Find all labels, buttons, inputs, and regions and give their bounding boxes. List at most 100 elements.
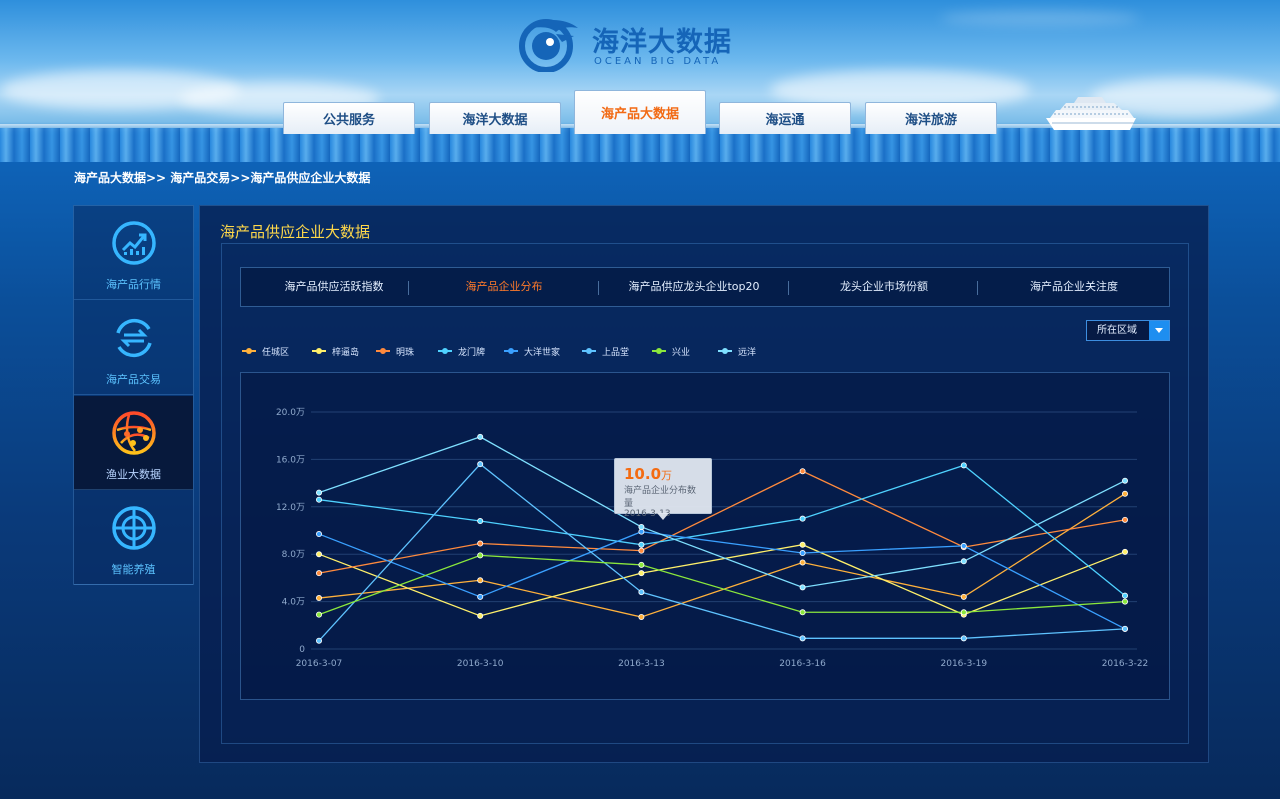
data-point [638, 589, 645, 596]
x-tick-label: 2016-3-13 [618, 659, 665, 669]
data-point [960, 593, 967, 600]
line-chart-svg: 0 4.0万 8.0万 12.0万 16.0万 20.0万 2016-3-07 2016-3-… [276, 408, 1149, 669]
legend-swatch [504, 348, 518, 354]
legend-label: 大洋世家 [524, 348, 561, 358]
data-point [477, 518, 484, 525]
series-line [318, 531, 1126, 630]
data-point [638, 570, 645, 577]
series-line [318, 470, 1126, 574]
y-tick-label: 0 [299, 645, 305, 655]
data-point [1122, 490, 1129, 497]
tab-divider [788, 281, 789, 295]
data-point [638, 547, 645, 554]
y-tick-label: 12.0万 [276, 503, 305, 513]
sidebar-item-label: 海产品行情 [106, 278, 161, 291]
legend-swatch [242, 348, 256, 354]
legend-label: 远洋 [738, 348, 757, 358]
x-tick-label: 2016-3-22 [1102, 659, 1149, 669]
dolphin-logo-icon [519, 19, 578, 72]
data-point [477, 593, 484, 600]
line-chart: 0 4.0万 8.0万 12.0万 16.0万 20.0万 2016-3-07 2016-3-… [240, 372, 1170, 700]
legend-label: 兴业 [672, 348, 691, 358]
cloud-decoration [940, 10, 1140, 26]
data-point [316, 496, 323, 503]
legend-swatch [438, 348, 452, 354]
region-select-value: 所在区域 [1097, 325, 1137, 336]
data-point [316, 551, 323, 558]
nav-tab-seafood-big-data[interactable]: 海产品大数据 [574, 90, 706, 134]
breadcrumb[interactable]: 海产品大数据>> 海产品交易>>海产品供应企业大数据 [74, 169, 370, 186]
legend-swatch [312, 348, 326, 354]
data-point [1122, 477, 1129, 484]
legend-label: 上品堂 [602, 348, 630, 358]
data-point [960, 609, 967, 616]
main-panel: 海产品供应企业大数据 海产品供应活跃指数 海产品企业分布 海产品供应龙头企业to… [199, 205, 1209, 763]
tab-market-share[interactable]: 龙头企业市场份额 [791, 268, 977, 306]
data-point [638, 523, 645, 530]
sidebar-item-seafood-market[interactable]: 海产品行情 [74, 206, 193, 300]
sidebar: 海产品行情 海产品交易 渔业大数据 智能养殖 [73, 205, 194, 585]
region-select[interactable]: 所在区域 [1086, 320, 1170, 341]
sidebar-item-fishery-big-data[interactable]: 渔业大数据 [74, 396, 193, 490]
data-point [316, 489, 323, 496]
legend-swatch [718, 348, 732, 354]
sidebar-item-label: 智能养殖 [111, 563, 156, 576]
tooltip-unit: 万 [661, 469, 673, 482]
data-point [799, 468, 806, 475]
nav-tab-ocean-tourism[interactable]: 海洋旅游 [865, 102, 997, 134]
data-point [316, 531, 323, 538]
tab-divider [977, 281, 978, 295]
data-point [799, 541, 806, 548]
data-point [1122, 592, 1129, 599]
nav-tab-public-service[interactable]: 公共服务 [283, 102, 415, 134]
series-line [318, 463, 1126, 642]
tab-supply-activity-index[interactable]: 海产品供应活跃指数 [241, 268, 427, 306]
series-line [318, 464, 1126, 597]
exchange-arrows-icon [116, 318, 152, 358]
legend-swatch [376, 348, 390, 354]
legend-label: 任城区 [262, 348, 290, 358]
data-point [799, 584, 806, 591]
legend-label: 梓逼岛 [332, 348, 360, 358]
data-point [477, 540, 484, 547]
data-point [799, 515, 806, 522]
y-tick-label: 16.0万 [276, 455, 305, 465]
chart-tooltip: 10.0万 海产品企业分布数量 2016-3-13 [614, 458, 712, 520]
legend-swatch [582, 348, 596, 354]
x-tick-label: 2016-3-10 [457, 659, 504, 669]
series-line [318, 544, 1126, 617]
data-point [477, 552, 484, 559]
tab-top20-enterprises[interactable]: 海产品供应龙头企业top20 [601, 268, 787, 306]
data-point [1122, 548, 1129, 555]
tab-enterprise-attention[interactable]: 海产品企业关注度 [981, 268, 1167, 306]
data-point [799, 559, 806, 566]
legend-label: 龙门牌 [458, 348, 486, 358]
data-point [799, 550, 806, 557]
data-point [316, 570, 323, 577]
tooltip-value: 10.0 [624, 465, 662, 483]
sidebar-item-label: 海产品交易 [106, 373, 161, 386]
nav-tab-ocean-big-data[interactable]: 海洋大数据 [429, 102, 561, 134]
data-point [477, 433, 484, 440]
sidebar-item-smart-farming[interactable]: 智能养殖 [74, 491, 193, 585]
panel-content: 海产品供应活跃指数 海产品企业分布 海产品供应龙头企业top20 龙头企业市场份… [221, 243, 1189, 744]
data-point [316, 595, 323, 602]
sidebar-item-seafood-trade[interactable]: 海产品交易 [74, 301, 193, 395]
data-point [477, 577, 484, 584]
sub-tab-bar: 海产品供应活跃指数 海产品企业分布 海产品供应龙头企业top20 龙头企业市场份… [240, 267, 1170, 307]
site-logo[interactable]: 海洋大数据 OCEAN BIG DATA [516, 14, 746, 74]
data-point [960, 542, 967, 549]
tooltip-date: 2016-3-13 [624, 509, 671, 519]
legend-swatch [652, 348, 666, 354]
tab-enterprise-distribution[interactable]: 海产品企业分布 [411, 268, 597, 306]
data-point [799, 609, 806, 616]
x-tick-label: 2016-3-19 [941, 659, 988, 669]
data-point [1122, 516, 1129, 523]
nav-tab-shipping[interactable]: 海运通 [719, 102, 851, 134]
chevron-down-icon[interactable] [1149, 321, 1169, 340]
x-tick-label: 2016-3-07 [296, 659, 343, 669]
data-point [1122, 598, 1129, 605]
y-tick-label: 8.0万 [282, 550, 305, 560]
sidebar-item-label: 渔业大数据 [106, 468, 161, 481]
legend-label: 明珠 [396, 348, 415, 358]
